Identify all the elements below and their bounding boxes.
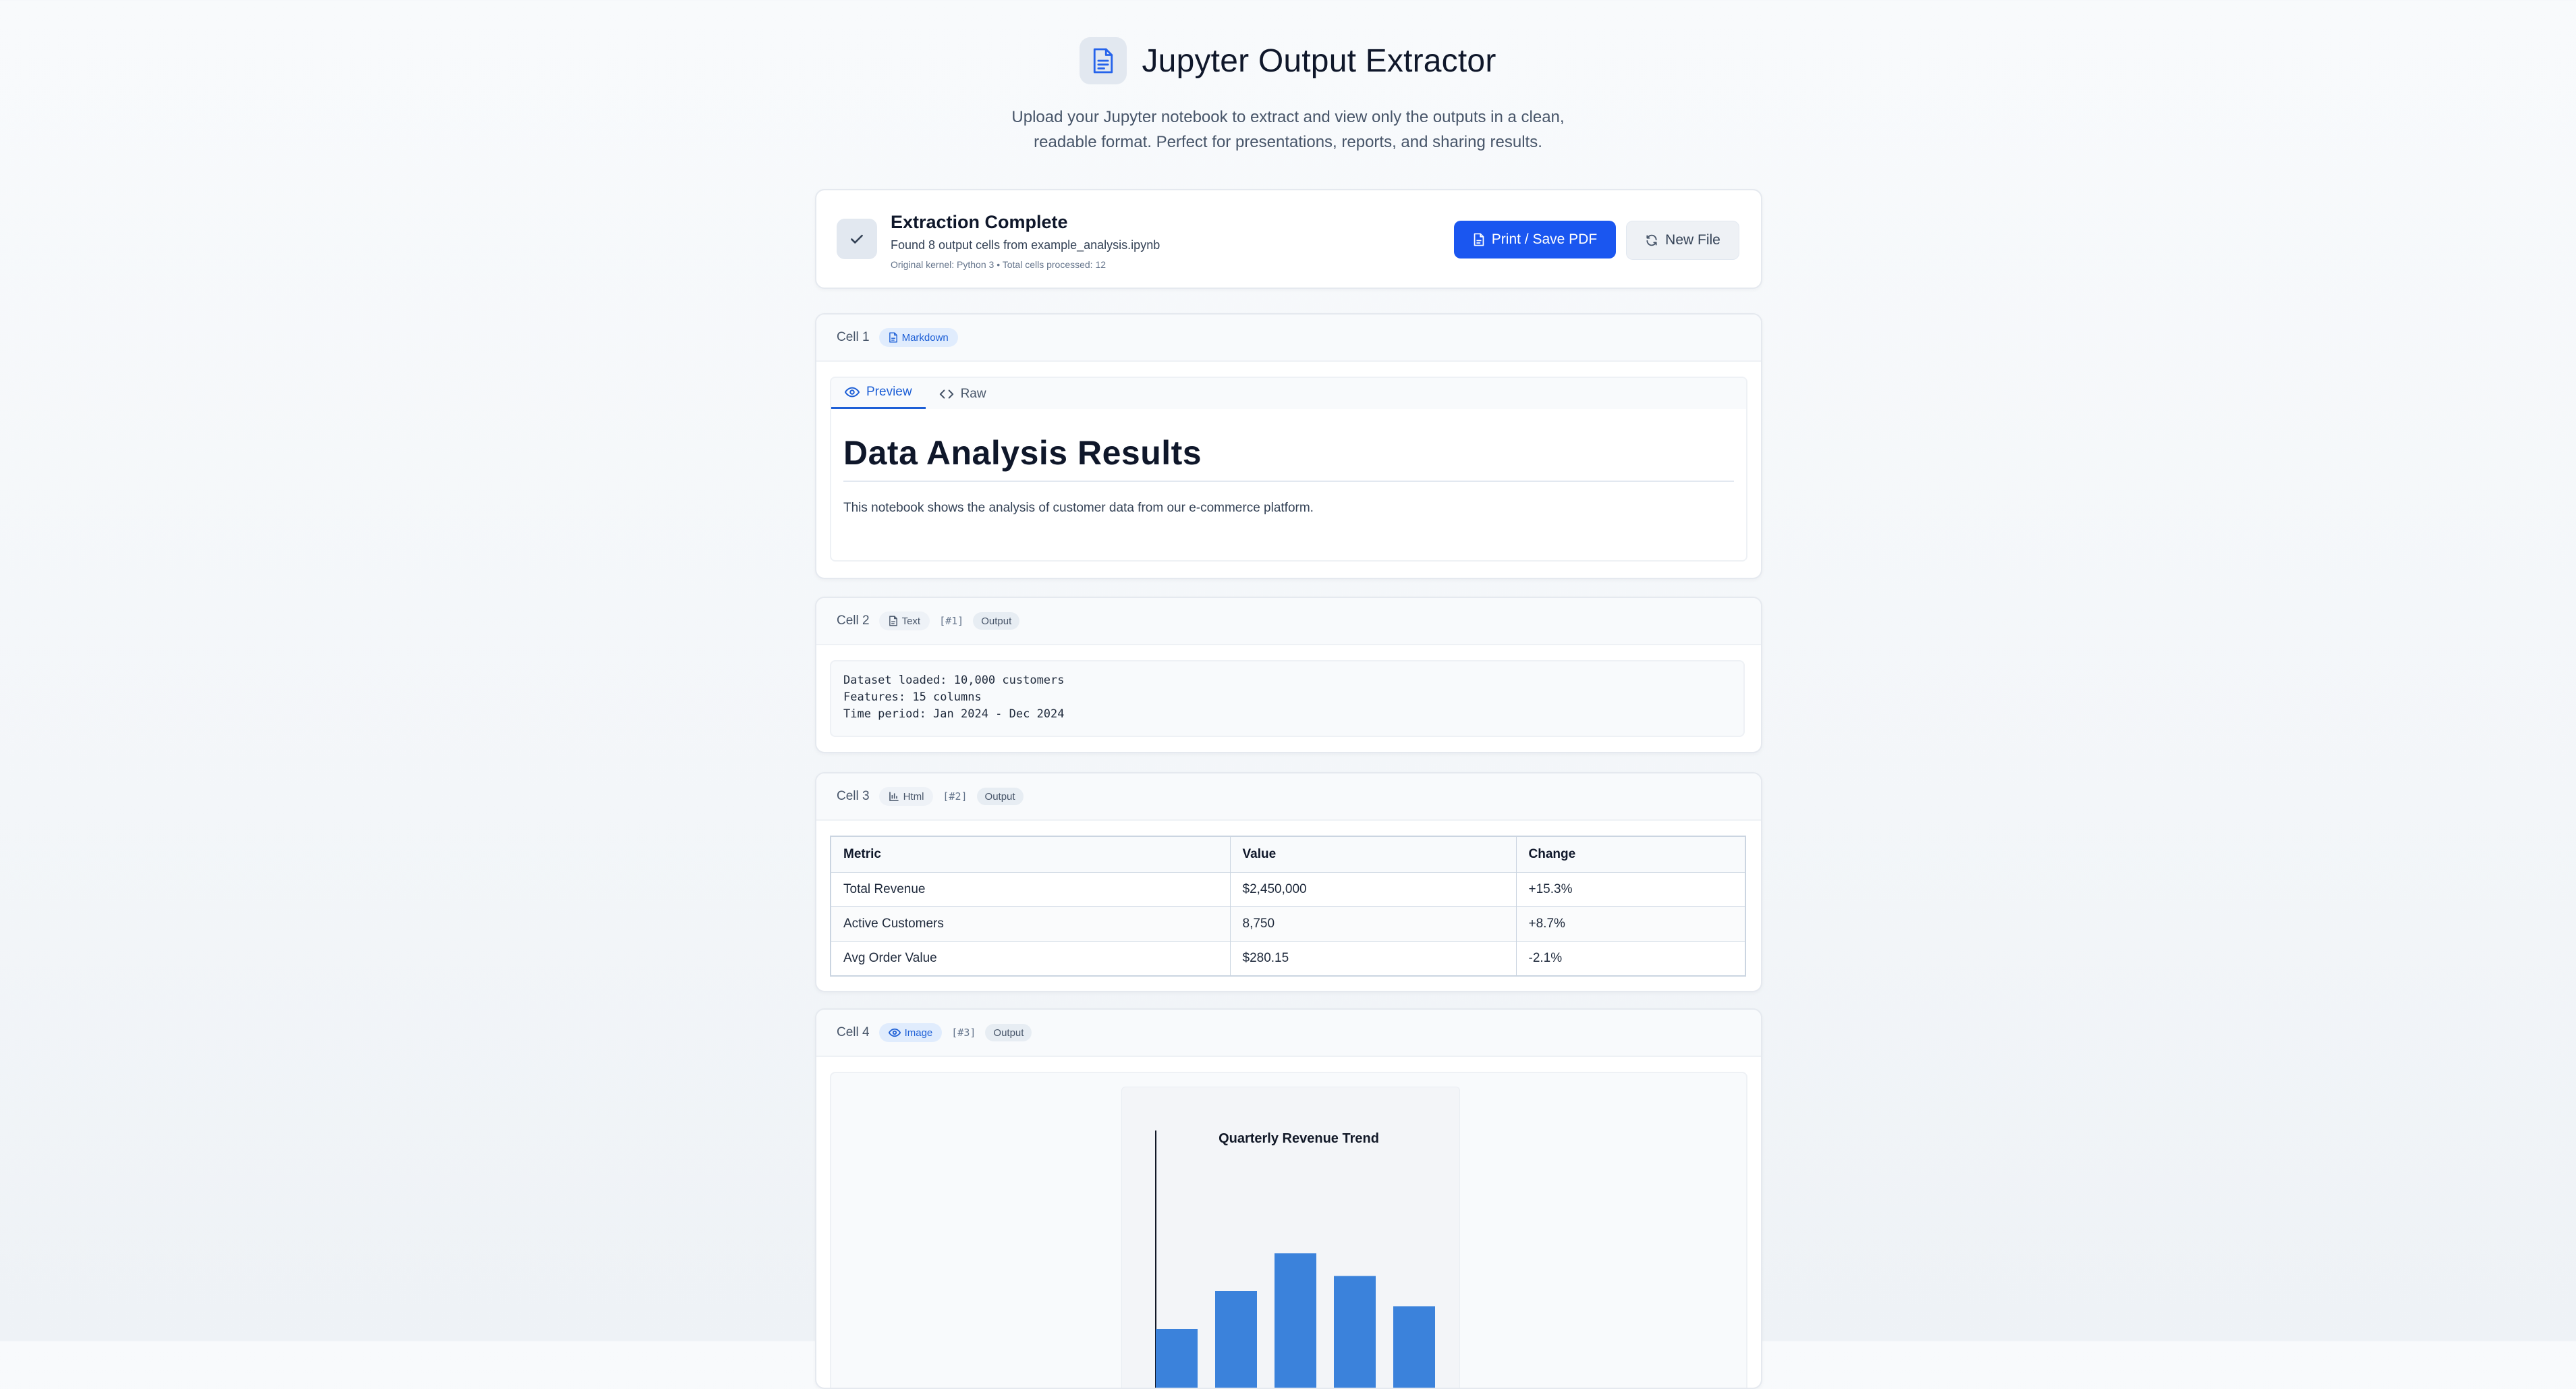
metrics-table: Metric Value Change Total Revenue $2,450… [830, 836, 1746, 977]
eye-icon [845, 387, 860, 398]
tab-raw-label: Raw [960, 387, 986, 401]
output-line: Features: 15 columns [843, 690, 982, 704]
page-header: Jupyter Output Extractor Upload your Jup… [0, 37, 2576, 155]
status-meta: Original kernel: Python 3 • Total cells … [891, 259, 1107, 270]
title-row: Jupyter Output Extractor [0, 37, 2576, 84]
cell-type-label: Html [903, 790, 924, 802]
markdown-tabs: Preview Raw [831, 378, 1746, 409]
new-file-label: New File [1665, 232, 1720, 248]
execution-count: [#2] [943, 790, 968, 802]
cell-label: Cell 1 [837, 330, 870, 344]
table-cell: 8,750 [1229, 906, 1517, 942]
chart-bar [1156, 1329, 1198, 1388]
cell-header: Cell 1 Markdown [816, 315, 1761, 362]
output-line: Dataset loaded: 10,000 customers [843, 674, 1065, 687]
tab-raw[interactable]: Raw [926, 379, 1000, 409]
chart-bar [1215, 1291, 1257, 1388]
table-cell: Active Customers [830, 906, 1231, 942]
table-cell: +8.7% [1515, 906, 1746, 942]
chart-bar [1393, 1306, 1435, 1388]
table-row: Active Customers 8,750 +8.7% [830, 906, 1746, 942]
cell-label: Cell 4 [837, 1025, 870, 1039]
chart-image: Quarterly Revenue Trend [1121, 1087, 1460, 1388]
output-badge: Output [985, 1024, 1032, 1041]
cell-label: Cell 3 [837, 789, 870, 803]
code-icon [939, 389, 953, 399]
app-title: Jupyter Output Extractor [1142, 43, 1496, 79]
cell-header: Cell 4 Image [#3] Output [816, 1010, 1761, 1057]
bar-chart-icon [889, 792, 899, 801]
file-icon [1474, 233, 1484, 246]
cell-type-badge: Markdown [878, 328, 958, 347]
eye-icon [888, 1028, 901, 1037]
file-icon [889, 616, 897, 626]
cell-type-badge: Text [878, 611, 930, 630]
execution-count: [#1] [939, 615, 964, 627]
chart-bar [1334, 1276, 1376, 1388]
bar-chart: Quarterly Revenue Trend [1155, 1131, 1435, 1388]
status-text-group: Extraction Complete Found 8 output cells… [891, 212, 1160, 270]
markdown-heading: Data Analysis Results [843, 433, 1734, 482]
tab-preview[interactable]: Preview [831, 378, 926, 409]
cell-header: Cell 3 Html [#2] Output [816, 773, 1761, 821]
checkmark-icon [837, 219, 877, 259]
table-header-row: Metric Value Change [830, 836, 1746, 873]
cell-header: Cell 2 Text [#1] Output [816, 598, 1761, 645]
chart-title: Quarterly Revenue Trend [1219, 1131, 1379, 1146]
cell-type-label: Markdown [901, 331, 949, 344]
output-cell: Cell 3 Html [#2] Output Metric Value Cha… [815, 772, 1762, 992]
column-header: Metric [830, 836, 1231, 873]
print-save-pdf-label: Print / Save PDF [1491, 232, 1598, 247]
markdown-paragraph: This notebook shows the analysis of cust… [843, 501, 1314, 515]
column-header: Value [1229, 836, 1517, 873]
text-output: Dataset loaded: 10,000 customers Feature… [830, 660, 1745, 737]
markdown-output: Preview Raw Data Analysis Results This n… [830, 377, 1747, 562]
tab-preview-label: Preview [866, 385, 912, 399]
output-cell: Cell 2 Text [#1] Output Dataset loaded: … [815, 597, 1762, 753]
chart-bar [1275, 1253, 1316, 1388]
output-line: Time period: Jan 2024 - Dec 2024 [843, 707, 1065, 721]
cell-label: Cell 2 [837, 614, 870, 628]
execution-count: [#3] [951, 1027, 976, 1039]
cell-type-label: Text [901, 615, 921, 627]
column-header: Change [1515, 836, 1746, 873]
refresh-icon [1646, 234, 1657, 246]
cell-type-badge: Html [878, 787, 934, 806]
table-cell: Avg Order Value [830, 941, 1231, 977]
document-icon [1080, 37, 1127, 84]
new-file-button[interactable]: New File [1626, 221, 1739, 260]
table-row: Avg Order Value $280.15 -2.1% [830, 941, 1746, 977]
table-cell: Total Revenue [830, 872, 1231, 907]
status-summary: Found 8 output cells from example_analys… [891, 238, 1160, 252]
status-title: Extraction Complete [891, 212, 1068, 232]
output-cell: Cell 1 Markdown Preview Raw Data Analysi… [815, 313, 1762, 579]
extraction-status-card: Extraction Complete Found 8 output cells… [815, 189, 1762, 289]
image-output: Quarterly Revenue Trend [830, 1072, 1747, 1388]
app-subtitle: Upload your Jupyter notebook to extract … [1011, 108, 1565, 151]
table-cell: +15.3% [1515, 872, 1746, 907]
cell-type-label: Image [904, 1027, 933, 1039]
table-cell: -2.1% [1515, 941, 1746, 977]
table-cell: $280.15 [1229, 941, 1517, 977]
table-cell: $2,450,000 [1229, 872, 1517, 907]
cell-type-badge: Image [878, 1023, 943, 1042]
table-row: Total Revenue $2,450,000 +15.3% [830, 872, 1746, 907]
file-icon [889, 332, 897, 343]
output-badge: Output [976, 788, 1024, 805]
output-badge: Output [973, 612, 1020, 630]
output-cell: Cell 4 Image [#3] Output Quarterly Reven… [815, 1008, 1762, 1389]
print-save-pdf-button[interactable]: Print / Save PDF [1454, 221, 1616, 258]
